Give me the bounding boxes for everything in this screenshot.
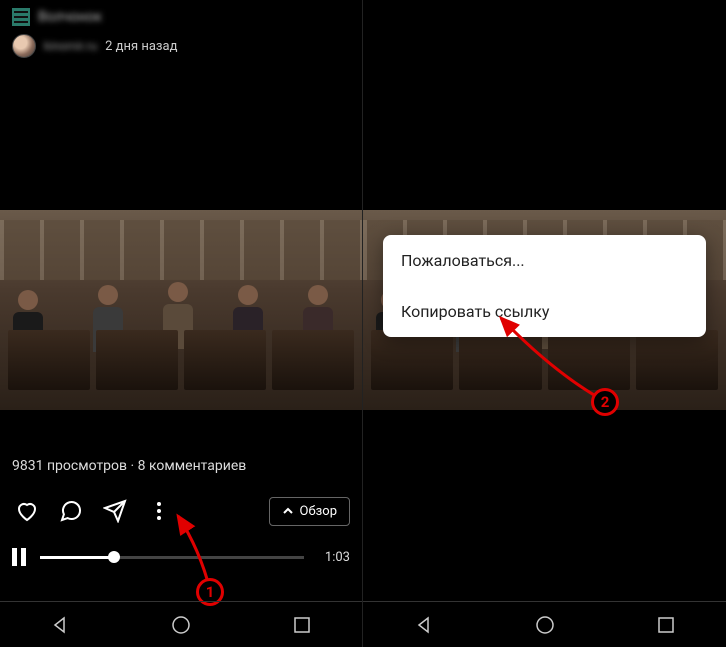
author-username[interactable]: kinomir.ru bbox=[44, 39, 97, 53]
overview-button[interactable]: Обзор bbox=[269, 497, 350, 526]
menu-item-copy-link[interactable]: Копировать ссылку bbox=[383, 286, 706, 337]
nav-recent-button[interactable] bbox=[652, 611, 680, 639]
more-button[interactable] bbox=[144, 496, 174, 526]
seek-track[interactable] bbox=[40, 556, 304, 559]
video-frame[interactable] bbox=[0, 210, 362, 410]
pause-button[interactable] bbox=[12, 548, 28, 566]
share-button[interactable] bbox=[100, 496, 130, 526]
right-screenshot: Пожаловаться... Копировать ссылку 2 bbox=[363, 0, 726, 647]
views-count: 9831 bbox=[12, 458, 43, 474]
nav-home-button[interactable] bbox=[167, 611, 195, 639]
android-navbar bbox=[0, 601, 362, 647]
post-timestamp: 2 дня назад bbox=[105, 39, 177, 54]
avatar[interactable] bbox=[12, 34, 36, 58]
progress-bar: 1:03 bbox=[0, 540, 362, 574]
post-title: Волчонок bbox=[38, 9, 102, 25]
android-navbar bbox=[363, 601, 726, 647]
menu-item-report[interactable]: Пожаловаться... bbox=[383, 235, 706, 286]
nav-back-button[interactable] bbox=[410, 611, 438, 639]
action-bar: Обзор bbox=[0, 488, 362, 534]
seek-thumb[interactable] bbox=[108, 551, 120, 563]
nav-back-button[interactable] bbox=[46, 611, 74, 639]
time-display: 1:03 bbox=[316, 550, 350, 565]
like-button[interactable] bbox=[12, 496, 42, 526]
post-header: Волчонок kinomir.ru 2 дня назад bbox=[0, 0, 362, 66]
left-screenshot: Волчонок kinomir.ru 2 дня назад 9831 про… bbox=[0, 0, 363, 647]
stats-line: 9831 просмотров · 8 комментариев bbox=[12, 458, 246, 474]
film-icon bbox=[12, 8, 30, 26]
nav-recent-button[interactable] bbox=[288, 611, 316, 639]
comments-count: 8 bbox=[138, 458, 146, 474]
context-menu: Пожаловаться... Копировать ссылку bbox=[383, 235, 706, 337]
nav-home-button[interactable] bbox=[531, 611, 559, 639]
comment-button[interactable] bbox=[56, 496, 86, 526]
